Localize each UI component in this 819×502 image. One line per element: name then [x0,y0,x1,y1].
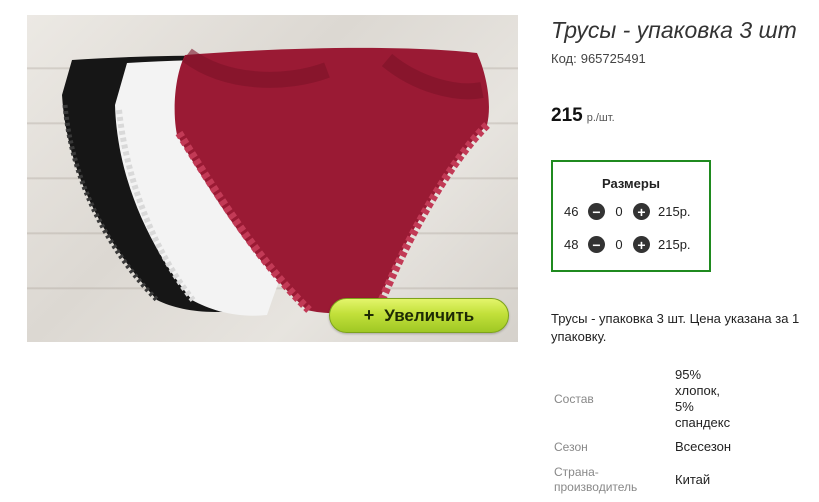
spec-value: 95% хлопок, 5% спандекс [675,367,731,430]
size-label: 46 [564,204,579,219]
spec-row-country: Страна-производитель Китай [551,462,741,498]
sizes-panel: Размеры 46 − 0 + 215р. 48 − 0 + 215р. [551,160,711,272]
size-label: 48 [564,237,579,252]
plus-circle-icon[interactable]: + [633,203,650,220]
plus-icon: + [363,305,375,325]
zoom-button-label: Увеличить [384,305,475,325]
spec-value: Всесезон [675,439,732,454]
price-unit: р./шт. [586,112,615,124]
product-code-label: Код: [551,51,577,66]
product-photo-illustration [62,47,490,316]
minus-circle-icon[interactable]: − [588,203,605,220]
product-code: Код: 965725491 [551,51,646,66]
spec-row-composition: Состав 95% хлопок, 5% спандекс [551,366,741,432]
spec-value: Китай [675,472,711,487]
product-code-value: 965725491 [580,51,646,66]
size-quantity: 0 [615,237,623,252]
size-quantity: 0 [615,204,623,219]
specs-table: Состав 95% хлопок, 5% спандекс Сезон Все… [551,366,741,498]
spec-label: Страна-производитель [554,465,638,494]
product-image[interactable] [27,15,518,342]
spec-row-season: Сезон Всесезон [551,432,741,462]
product-price: 215 р./шт. [551,105,615,127]
product-description: Трусы - упаковка 3 шт. Цена указана за 1… [551,311,800,344]
product-title: Трусы - упаковка 3 шт [551,17,797,43]
sizes-title: Размеры [602,176,660,191]
size-row: 48 − 0 + 215р. [553,234,709,255]
price-amount: 215 [551,105,583,126]
zoom-button[interactable]: + Увеличить [329,298,509,333]
size-price: 215р. [658,237,691,252]
size-row: 46 − 0 + 215р. [553,201,709,222]
spec-label: Сезон [554,439,588,454]
minus-circle-icon[interactable]: − [588,236,605,253]
size-price: 215р. [658,204,691,219]
plus-circle-icon[interactable]: + [633,236,650,253]
spec-label: Состав [554,391,594,406]
